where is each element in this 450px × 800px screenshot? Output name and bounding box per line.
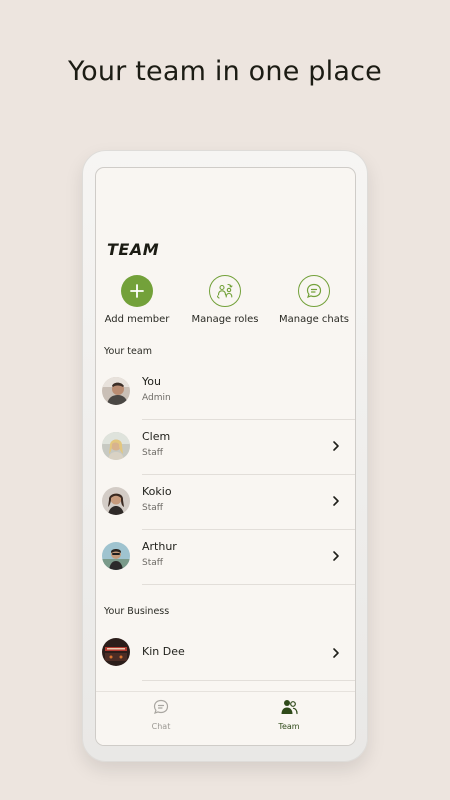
page-headline: Your team in one place <box>68 56 382 87</box>
member-role: Admin <box>142 393 171 403</box>
page-title: TEAM <box>107 240 160 259</box>
your-business-heading: Your Business <box>104 606 170 617</box>
app-screen: TEAM Add member Manage roles Manage chat… <box>95 167 356 746</box>
business-name: Kin Dee <box>142 645 185 658</box>
manage-roles-icon <box>209 275 241 307</box>
team-member-row[interactable]: Kokio Staff <box>96 475 355 530</box>
business-row[interactable]: Kin Dee <box>96 625 355 681</box>
nav-team-label: Team <box>278 722 300 731</box>
chat-icon <box>153 699 169 714</box>
manage-chats-label: Manage chats <box>279 314 349 325</box>
chat-bubble-icon <box>298 275 330 307</box>
team-member-row[interactable]: Arthur Staff <box>96 530 355 585</box>
member-role: Staff <box>142 448 163 458</box>
chevron-right-icon[interactable] <box>331 440 341 452</box>
chevron-right-icon[interactable] <box>331 647 341 659</box>
plus-icon <box>121 275 153 307</box>
member-role: Staff <box>142 558 163 568</box>
add-member-button[interactable]: Add member <box>96 275 180 325</box>
avatar <box>102 487 130 515</box>
avatar <box>102 432 130 460</box>
bottom-nav: Chat Team <box>96 691 355 745</box>
chevron-right-icon[interactable] <box>331 495 341 507</box>
nav-chat[interactable]: Chat <box>131 698 191 731</box>
avatar <box>102 542 130 570</box>
member-name: Arthur <box>142 540 177 553</box>
member-name: Kokio <box>142 485 172 498</box>
business-logo <box>102 638 130 666</box>
nav-chat-label: Chat <box>151 722 171 731</box>
phone-frame: TEAM Add member Manage roles Manage chat… <box>82 150 368 762</box>
member-name: Clem <box>142 430 171 443</box>
manage-roles-button[interactable]: Manage roles <box>182 275 268 325</box>
manage-roles-label: Manage roles <box>191 314 259 325</box>
team-member-row[interactable]: Clem Staff <box>96 420 355 475</box>
member-name: You <box>142 375 161 388</box>
team-member-row[interactable]: You Admin <box>96 365 355 420</box>
nav-team[interactable]: Team <box>259 698 319 731</box>
chevron-right-icon[interactable] <box>331 550 341 562</box>
team-icon <box>281 700 298 715</box>
your-team-heading: Your team <box>104 346 152 357</box>
avatar <box>102 377 130 405</box>
add-member-label: Add member <box>104 314 170 325</box>
manage-chats-button[interactable]: Manage chats <box>271 275 355 325</box>
member-role: Staff <box>142 503 163 513</box>
